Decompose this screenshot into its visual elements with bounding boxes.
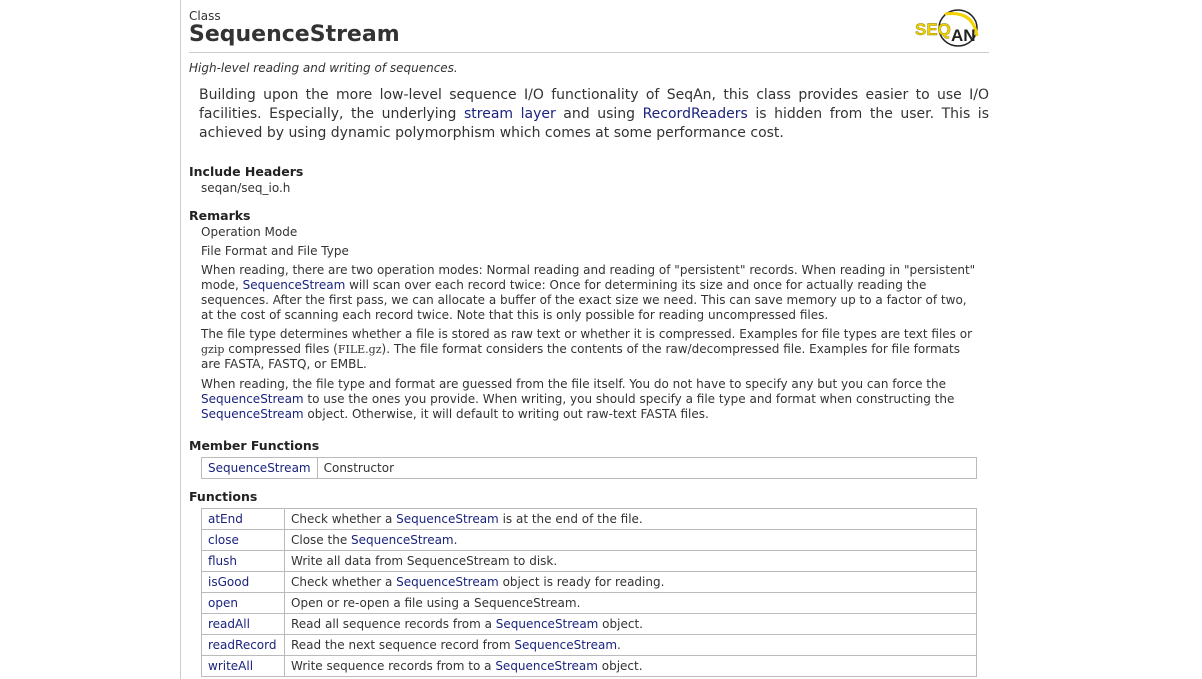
sequence-stream-link[interactable]: SequenceStream [396, 575, 499, 589]
remark-text: to use the ones you provide. When writin… [303, 392, 955, 406]
function-desc-text: . [453, 533, 458, 547]
member-function-link[interactable]: SequenceStream [208, 461, 311, 475]
function-desc-text: object. [597, 659, 643, 673]
class-summary: High-level reading and writing of sequen… [189, 61, 458, 75]
code-gzip: gzip [201, 343, 225, 356]
function-desc-cell: Close the SequenceStream. [284, 529, 977, 551]
entity-kind: Class [189, 9, 221, 23]
table-row: writeAll Write sequence records from to a… [201, 655, 977, 677]
table-row: isGood Check whether a SequenceStream obj… [201, 571, 977, 593]
sequence-stream-link[interactable]: SequenceStream [496, 617, 599, 631]
table-row: readRecord Read the next sequence record … [201, 634, 977, 656]
table-row: atEnd Check whether a SequenceStream is a… [201, 508, 977, 530]
seqan-logo[interactable]: SEQ AN [913, 8, 987, 48]
function-link-close[interactable]: close [208, 533, 239, 547]
function-desc-text: is at the end of the file. [498, 512, 643, 526]
page-title: SequenceStream [189, 22, 400, 47]
member-functions-table: SequenceStream Constructor [201, 457, 978, 479]
table-row: readAll Read all sequence records from a … [201, 613, 977, 635]
function-desc-cell: Check whether a SequenceStream object is… [284, 571, 977, 593]
include-headers-title: Include Headers [189, 164, 304, 179]
function-name-cell: readAll [201, 613, 285, 635]
stream-layer-link[interactable]: stream layer [464, 106, 556, 122]
function-name-cell: flush [201, 550, 285, 572]
function-desc-text: Open or re-open a file using a SequenceS… [291, 596, 581, 610]
table-row: flush Write all data from SequenceStream … [201, 550, 977, 572]
record-readers-link[interactable]: RecordReaders [643, 106, 748, 122]
function-desc-text: Close the [291, 533, 352, 547]
sequence-stream-link[interactable]: SequenceStream [396, 512, 499, 526]
function-desc-text: Read all sequence records from a [291, 617, 496, 631]
page-header: Class SequenceStream SEQ AN [189, 0, 989, 53]
function-link-open[interactable]: open [208, 596, 238, 610]
sequence-stream-link[interactable]: SequenceStream [514, 638, 617, 652]
doc-page: Class SequenceStream SEQ AN High-level r… [189, 0, 989, 677]
function-desc-text: object. [598, 617, 643, 631]
table-row: close Close the SequenceStream. [201, 529, 977, 551]
function-name-cell: isGood [201, 571, 285, 593]
function-link-atend[interactable]: atEnd [208, 512, 243, 526]
function-desc-text: . [617, 638, 621, 652]
functions-table: atEnd Check whether a SequenceStream is a… [201, 508, 977, 677]
sidebar-divider [180, 0, 181, 679]
sequence-stream-link[interactable]: SequenceStream [243, 278, 346, 292]
function-link-isgood[interactable]: isGood [208, 575, 249, 589]
member-functions-title: Member Functions [189, 438, 320, 453]
function-desc-cell: Open or re-open a file using a SequenceS… [284, 592, 977, 614]
function-name-cell: close [201, 529, 285, 551]
function-desc-cell: Check whether a SequenceStream is at the… [284, 508, 977, 530]
description-text: and using [555, 106, 643, 122]
remark-heading-operation-mode: Operation Mode [201, 225, 298, 239]
member-function-desc: Constructor [316, 457, 978, 479]
remark-paragraph-operation-mode: When reading, there are two operation mo… [201, 263, 976, 323]
function-name-cell: atEnd [201, 508, 285, 530]
remark-text: compressed files ( [224, 342, 338, 356]
function-name-cell: readRecord [201, 634, 285, 656]
remark-paragraph-guessing: When reading, the file type and format a… [201, 377, 976, 422]
function-desc-text: Write sequence records from to a [291, 659, 496, 673]
function-link-flush[interactable]: flush [208, 554, 237, 568]
svg-text:AN: AN [951, 26, 976, 45]
sequence-stream-link[interactable]: SequenceStream [495, 659, 598, 673]
function-desc-cell: Read all sequence records from a Sequenc… [284, 613, 977, 635]
code-file-gz: FILE.gz [337, 343, 382, 356]
function-link-readall[interactable]: readAll [208, 617, 250, 631]
function-link-writeall[interactable]: writeAll [208, 659, 253, 673]
remark-paragraph-file-type: The file type determines whether a file … [201, 327, 976, 372]
function-link-readrecord[interactable]: readRecord [208, 638, 276, 652]
function-desc-text: Check whether a [291, 512, 397, 526]
table-row: open Open or re-open a file using a Seque… [201, 592, 977, 614]
sequence-stream-link[interactable]: SequenceStream [201, 392, 304, 406]
remark-text: object. Otherwise, it will default to wr… [303, 407, 709, 421]
table-row: SequenceStream Constructor [201, 457, 978, 479]
member-function-cell: SequenceStream [201, 457, 318, 479]
remarks-title: Remarks [189, 208, 251, 223]
function-desc-text: object is ready for reading. [498, 575, 665, 589]
remark-heading-file-format: File Format and File Type [201, 244, 349, 258]
sequence-stream-link[interactable]: SequenceStream [201, 407, 304, 421]
sequence-stream-link[interactable]: SequenceStream [351, 533, 454, 547]
svg-text:SEQ: SEQ [915, 20, 951, 39]
function-desc-text: Write all data from SequenceStream to di… [291, 554, 558, 568]
function-desc-text: Check whether a [291, 575, 397, 589]
functions-title: Functions [189, 489, 258, 504]
include-header-item: seqan/seq_io.h [201, 181, 291, 195]
function-desc-cell: Write all data from SequenceStream to di… [284, 550, 977, 572]
remark-text: The file type determines whether a file … [201, 327, 973, 341]
function-desc-cell: Write sequence records from to a Sequenc… [284, 655, 977, 677]
remark-text: When reading, the file type and format a… [201, 377, 946, 391]
function-desc-text: Read the next sequence record from [291, 638, 515, 652]
function-name-cell: open [201, 592, 285, 614]
function-desc-cell: Read the next sequence record from Seque… [284, 634, 977, 656]
include-headers-list: seqan/seq_io.h [201, 181, 290, 196]
class-description: Building upon the more low-level sequenc… [199, 86, 989, 143]
function-name-cell: writeAll [201, 655, 285, 677]
